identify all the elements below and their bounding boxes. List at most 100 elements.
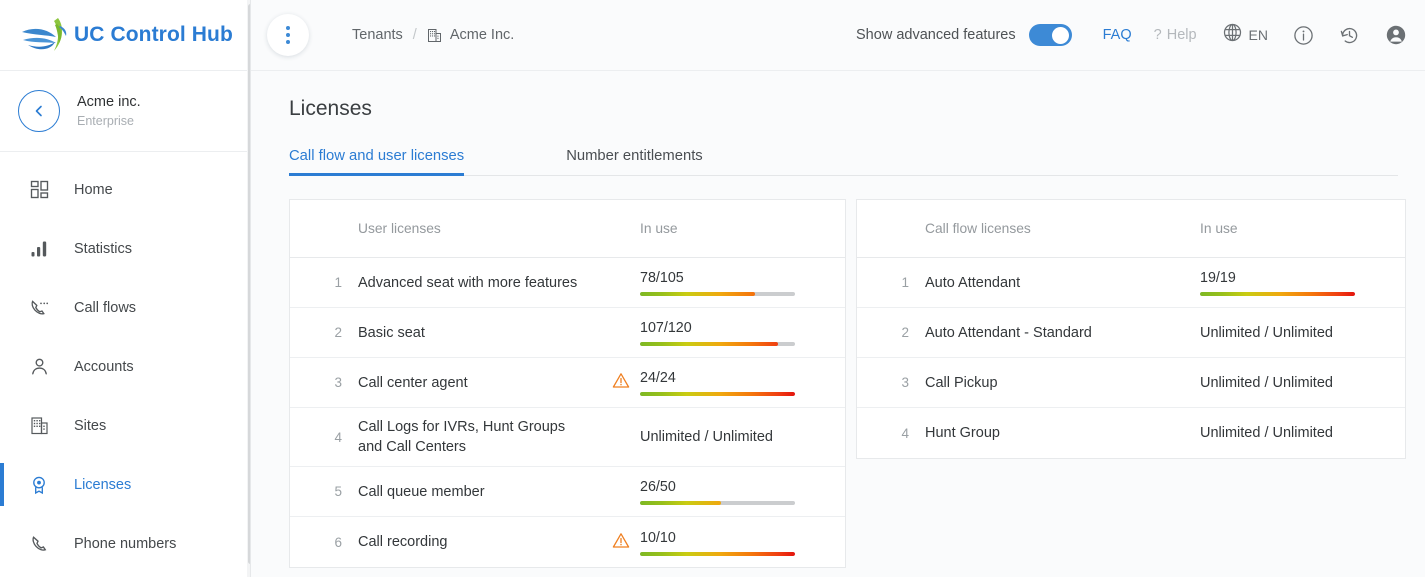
page-title: Licenses [289,97,372,120]
tab-number-entitlements[interactable]: Number entitlements [566,148,703,175]
table-header: User licenses In use [290,200,845,258]
in-use-text: 19/19 [1200,270,1236,286]
building-icon [26,413,52,439]
row-in-use: 19/19 [1200,269,1405,296]
in-use-text: 10/10 [640,529,676,546]
column-header-in-use: In use [1200,221,1238,236]
sidebar-item-home[interactable]: Home [0,160,250,219]
page-content: Licenses Call flow and user licenses Num… [251,71,1425,568]
call-flow-licenses-card: Call flow licenses In use 1 Auto Attenda… [856,199,1406,459]
help-button[interactable]: ? Help [1154,27,1197,43]
row-warning-slot [602,532,640,553]
tab-call-flow-and-user-licenses[interactable]: Call flow and user licenses [289,148,465,176]
in-use-text: Unlimited / Unlimited [1200,324,1333,341]
chevron-left-icon[interactable] [18,90,60,132]
usage-bar [640,292,795,296]
in-use-text: Unlimited / Unlimited [1200,425,1333,441]
history-clock-icon[interactable] [1339,25,1360,46]
usage-bar-fill [640,392,795,396]
help-label: Help [1166,27,1197,43]
sidebar-item-label: Home [74,181,113,198]
in-use-text: 107/120 [640,320,692,336]
sidebar-item-sites[interactable]: Sites [0,396,250,455]
main-area: Tenants / Acme Inc. Show advanced featur… [251,0,1425,577]
vertical-dots-icon[interactable] [267,14,309,56]
phone-icon [26,531,52,557]
dashboard-grid-icon [26,177,52,203]
question-mark-icon: ? [1153,27,1162,43]
bar-chart-icon [26,236,52,262]
building-icon [427,28,442,43]
tenant-meta: Acme inc. Enterprise [77,93,141,130]
row-in-use: Unlimited / Unlimited [1200,375,1405,391]
row-name: Call Logs for IVRs, Hunt Groups and Call… [358,419,566,455]
sidebar-item-statistics[interactable]: Statistics [0,219,250,278]
row-index: 2 [901,325,909,340]
table-row[interactable]: 6 Call recording 10/10 [290,517,845,567]
row-index: 6 [334,534,342,550]
table-row[interactable]: 3 Call center agent 24/24 [290,358,845,408]
usage-bar [1200,292,1355,296]
award-badge-icon [26,472,52,498]
sidebar-item-licenses[interactable]: Licenses [0,455,250,514]
row-name: Auto Attendant - Standard [925,324,1092,341]
tab-bar: Call flow and user licenses Number entit… [289,148,1398,176]
sidebar-item-label: Licenses [74,476,132,493]
sidebar-item-call-flows[interactable]: Call flows [0,278,250,337]
breadcrumb-separator: / [412,27,417,43]
topbar-actions: Show advanced features FAQ ? Help EN [856,23,1407,47]
row-in-use: Unlimited / Unlimited [640,429,845,445]
table-row[interactable]: 4 Hunt Group Unlimited / Unlimited [857,408,1405,458]
language-selector[interactable]: EN [1223,23,1268,47]
table-row[interactable]: 3 Call Pickup Unlimited / Unlimited [857,358,1405,408]
tab-label: Number entitlements [566,148,703,164]
usage-bar-fill [640,551,795,556]
info-circle-icon[interactable] [1293,25,1314,46]
usage-bar [640,392,795,396]
usage-bar [640,551,795,556]
table-header: Call flow licenses In use [857,200,1405,258]
brand-title: UC Control Hub [74,23,233,46]
table-row[interactable]: 1 Advanced seat with more features 78/10… [290,258,845,308]
usage-bar-fill [640,292,755,296]
table-row[interactable]: 5 Call queue member 26/50 [290,467,845,517]
sidebar-item-label: Phone numbers [74,535,177,552]
user-avatar-icon[interactable] [1385,24,1407,46]
sidebar-item-label: Statistics [74,240,133,257]
faq-link[interactable]: FAQ [1103,27,1132,43]
tenant-switcher[interactable]: Acme inc. Enterprise [0,71,250,152]
row-in-use: 24/24 [640,369,845,396]
tab-label: Call flow and user licenses [289,148,465,164]
row-name: Hunt Group [925,425,1000,441]
row-in-use: Unlimited / Unlimited [1200,425,1405,441]
sidebar-item-accounts[interactable]: Accounts [0,337,250,396]
usage-bar [640,501,795,505]
breadcrumb: Tenants / Acme Inc. [352,27,514,43]
table-row[interactable]: 2 Basic seat 107/120 [290,308,845,358]
column-header-name: User licenses [358,221,441,236]
row-name: Auto Attendant [925,274,1021,291]
row-index: 1 [334,275,342,290]
phone-dots-icon [26,295,52,321]
warning-triangle-icon [612,532,630,553]
row-index: 1 [901,275,909,290]
sidebar-item-phone-numbers[interactable]: Phone numbers [0,514,250,573]
row-warning-slot [602,372,640,393]
advanced-features-toggle[interactable] [1028,24,1072,46]
row-in-use: 26/50 [640,478,845,505]
app-root: UC Control Hub Acme inc. Enterprise Home [0,0,1425,577]
table-row[interactable]: 1 Auto Attendant 19/19 [857,258,1405,308]
language-label: EN [1248,27,1268,43]
globe-icon [1223,23,1242,47]
advanced-features-label: Show advanced features [856,27,1016,43]
column-header-name: Call flow licenses [925,221,1031,236]
table-row[interactable]: 2 Auto Attendant - Standard Unlimited / … [857,308,1405,358]
table-row[interactable]: 4 Call Logs for IVRs, Hunt Groups and Ca… [290,408,845,467]
sidebar-nav: Home Statistics Call flows Accounts Site… [0,152,250,573]
row-index: 4 [334,429,342,445]
in-use-text: 26/50 [640,479,676,495]
row-name: Call queue member [358,483,485,500]
brand-header[interactable]: UC Control Hub [0,0,250,71]
breadcrumb-root[interactable]: Tenants [352,27,403,43]
sidebar-item-label: Call flows [74,299,137,316]
